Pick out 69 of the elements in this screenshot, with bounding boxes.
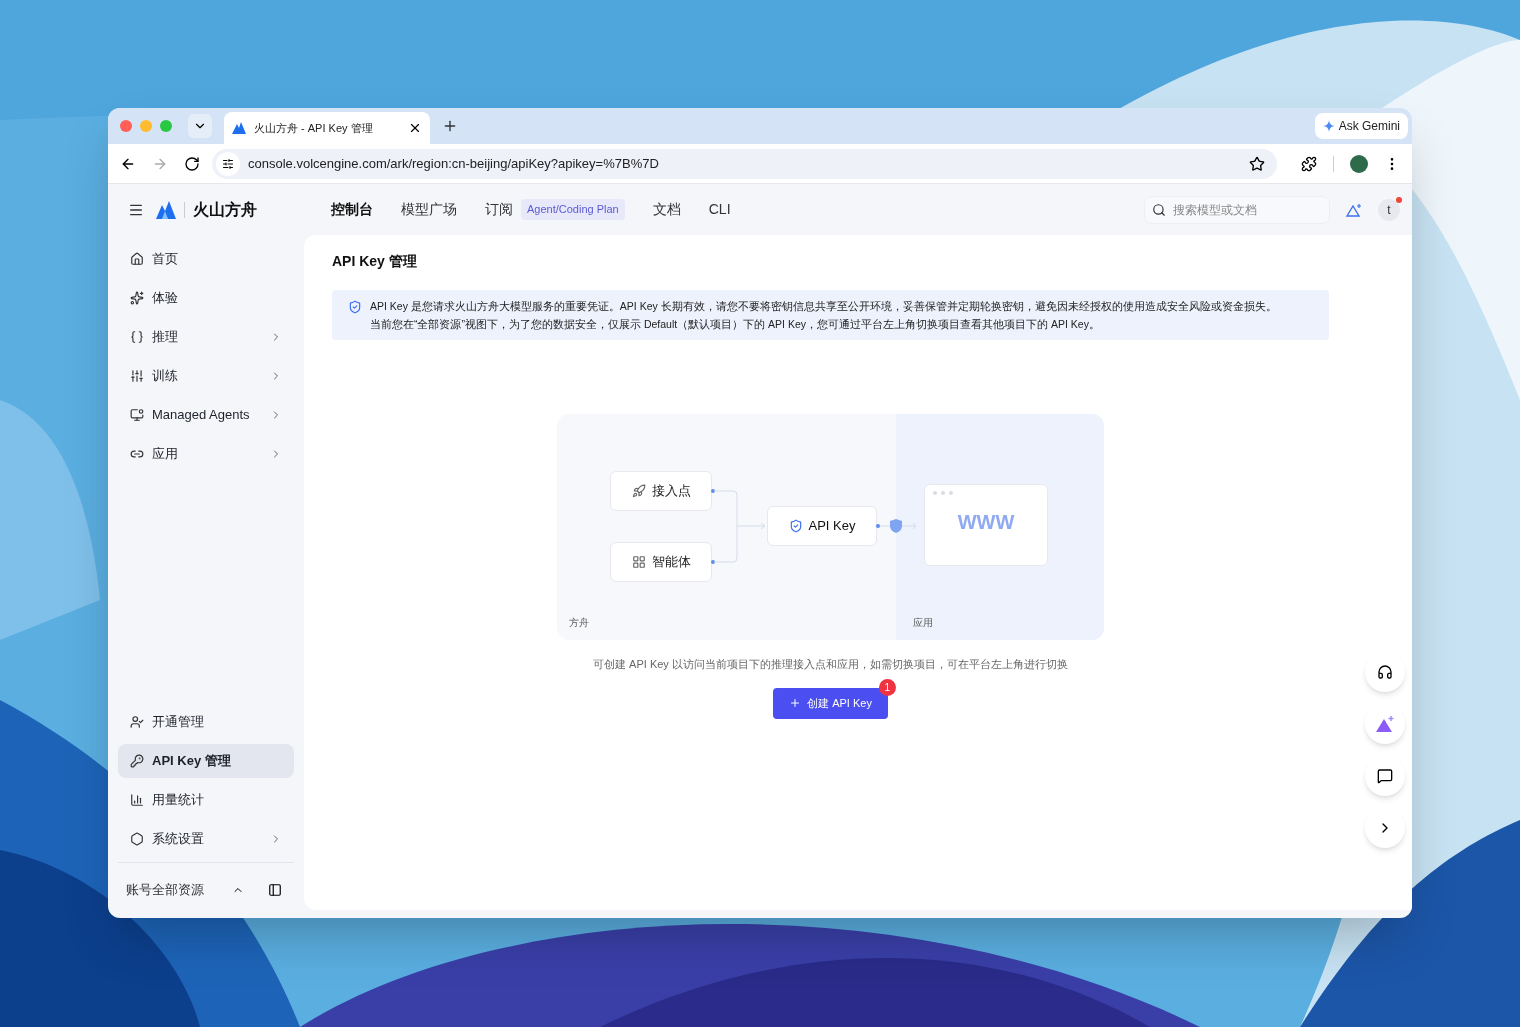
browser-tab[interactable]: 火山方舟 - API Key 管理 [224, 112, 430, 144]
home-icon [130, 252, 144, 266]
mountain-sparkle-icon[interactable] [1346, 202, 1362, 217]
logo-icon [156, 200, 176, 219]
notice-text: 当前您在“全部资源”视图下，为了您的数据安全，仅展示 Default（默认项目）下的 API Key，您可通过平台左上角切换项目查看其他项目下的 API Key。 [370, 317, 1101, 332]
sidebar-item[interactable]: 训练 [118, 359, 294, 393]
sidebar-item[interactable]: API Key 管理 [118, 744, 294, 778]
collapse-sidebar-icon[interactable] [268, 882, 282, 897]
rocket-icon [631, 484, 646, 498]
extensions-icon[interactable] [1301, 155, 1317, 172]
sidebar-item[interactable]: 推理 [118, 320, 294, 354]
brand-name: 火山方舟 [193, 199, 257, 220]
nav-tab[interactable]: 模型广场 [401, 199, 457, 220]
sidebar-item[interactable]: 首页 [118, 242, 294, 276]
headset-icon [1376, 664, 1393, 680]
mountain-sparkle-icon [1374, 715, 1395, 733]
bar-chart-icon [130, 793, 144, 807]
reload-icon[interactable] [184, 155, 200, 172]
grid-icon [631, 555, 646, 569]
ai-assistant-button[interactable] [1364, 704, 1405, 744]
notice-text: API Key 是您请求火山方舟大模型服务的重要凭证。API Key 长期有效，请您不要将密钥信息共享至公开环境，妥善保管并定期轮换密钥，避免因未经授权的使用造成安全风险或资金损失。 [370, 299, 1277, 314]
new-tab-icon[interactable] [442, 118, 458, 134]
key-icon [130, 754, 144, 768]
shield-icon [348, 300, 362, 314]
tab-list-button[interactable] [188, 114, 212, 138]
sliders-icon [130, 369, 144, 383]
zone-label: 应用 [913, 616, 933, 630]
braces-icon [130, 330, 144, 344]
project-switcher[interactable]: 账号全部资源 [126, 879, 232, 900]
count-badge: 1 [878, 678, 896, 696]
monitor-icon [130, 408, 144, 422]
bookmark-star-icon[interactable] [1249, 155, 1265, 172]
api-key-node: API Key [767, 506, 877, 546]
sidebar-item[interactable]: Managed Agents [118, 398, 294, 432]
nav-tab[interactable]: 文档 [652, 199, 681, 220]
message-icon [1376, 768, 1393, 784]
link-icon [130, 447, 144, 461]
feedback-button[interactable] [1364, 756, 1405, 796]
nav-tab[interactable]: 控制台 [331, 199, 373, 220]
nav-tab[interactable]: 订阅 [485, 199, 513, 220]
sidebar-item[interactable]: 用量统计 [118, 783, 294, 817]
page-title: API Key 管理 [332, 252, 418, 271]
www-text: WWW [957, 510, 1015, 535]
address-bar[interactable]: console.volcengine.com/ark/region:cn-beijing/apiKey?apikey=%7B%7D [212, 148, 1277, 179]
sidebar-item[interactable]: 应用 [118, 437, 294, 471]
zone-label: 方舟 [569, 616, 589, 630]
user-avatar[interactable]: t [1378, 198, 1400, 221]
profile-avatar[interactable] [1350, 154, 1368, 173]
user-icon [130, 715, 144, 729]
ask-gemini-button[interactable]: Ask Gemini [1314, 113, 1408, 139]
shield-icon [788, 519, 803, 533]
logo-icon [232, 122, 246, 134]
diagram-node: 智能体 [610, 542, 712, 582]
support-button[interactable] [1364, 652, 1405, 692]
search-icon [1152, 202, 1166, 217]
settings-icon [130, 832, 144, 846]
plus-icon [789, 697, 802, 709]
sparkle-icon [130, 291, 144, 305]
close-tab-icon[interactable] [408, 121, 422, 135]
site-settings-icon[interactable] [222, 157, 234, 170]
sidebar-item[interactable]: 体验 [118, 281, 294, 315]
nav-tab[interactable]: CLI [708, 199, 731, 220]
sparkle-icon [1322, 120, 1335, 132]
diagram-node: 接入点 [610, 471, 712, 511]
sidebar-item[interactable]: 系统设置 [118, 822, 294, 856]
sidebar-item[interactable]: 开通管理 [118, 705, 294, 739]
search-field[interactable]: 搜索模型或文档 [1144, 195, 1330, 224]
plan-tag: Agent/Coding Plan [521, 199, 625, 220]
caption-text: 可创建 API Key 以访问当前项目下的推理接入点和应用，如需切换项目，可在平台左上角进行切换 [593, 657, 1068, 672]
